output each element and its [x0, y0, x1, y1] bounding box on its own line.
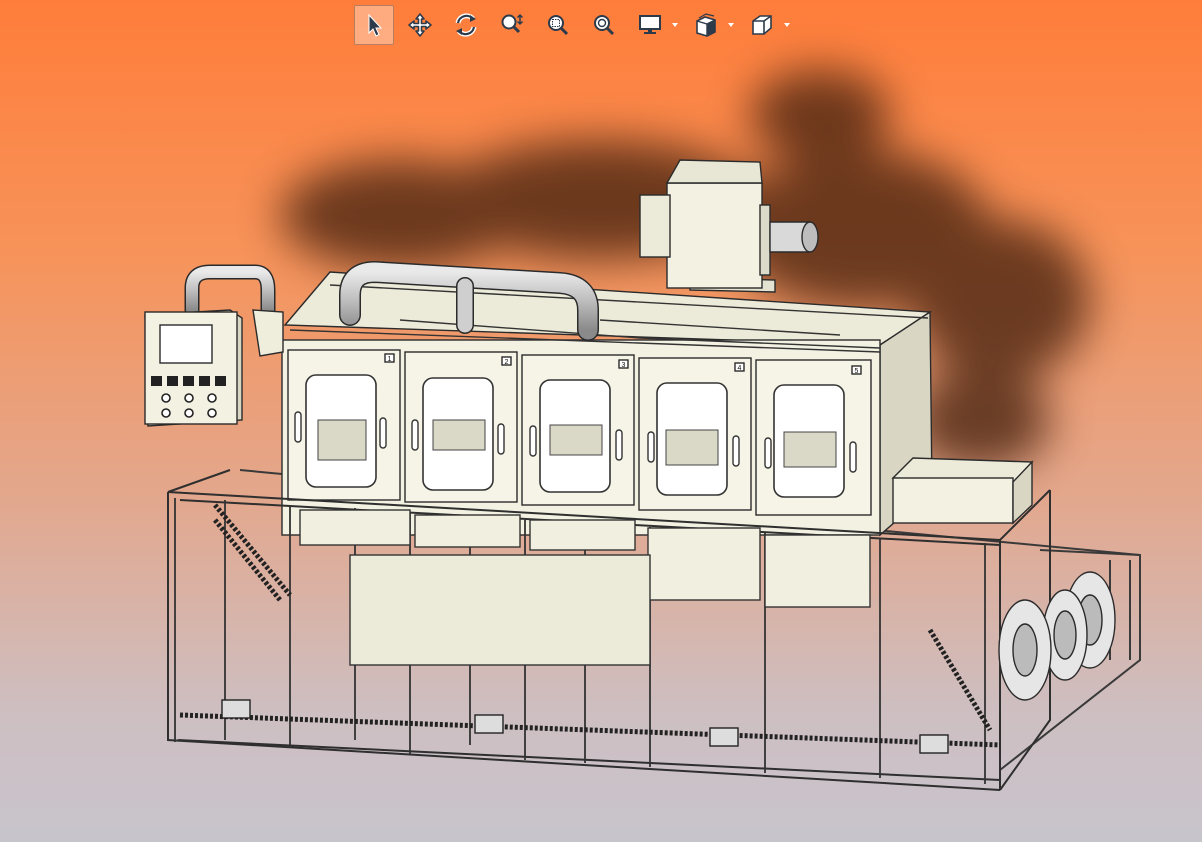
machine-model[interactable]: 1 2 3 4 5	[0, 0, 1202, 842]
outfeed-box	[891, 457, 1034, 525]
control-box-pipe	[184, 264, 276, 318]
station-number-3: 3	[622, 362, 626, 369]
pipe-elbow-bracket	[252, 309, 284, 357]
station-number-4: 4	[738, 365, 742, 372]
station-number-1: 1	[388, 356, 392, 363]
3d-viewport[interactable]: 1 2 3 4 5	[0, 0, 1202, 842]
blower-fans	[998, 571, 1116, 701]
station-number-2: 2	[505, 359, 509, 366]
control-panel	[144, 309, 243, 427]
control-panel-screen	[159, 324, 213, 364]
station-number-5: 5	[855, 368, 859, 375]
